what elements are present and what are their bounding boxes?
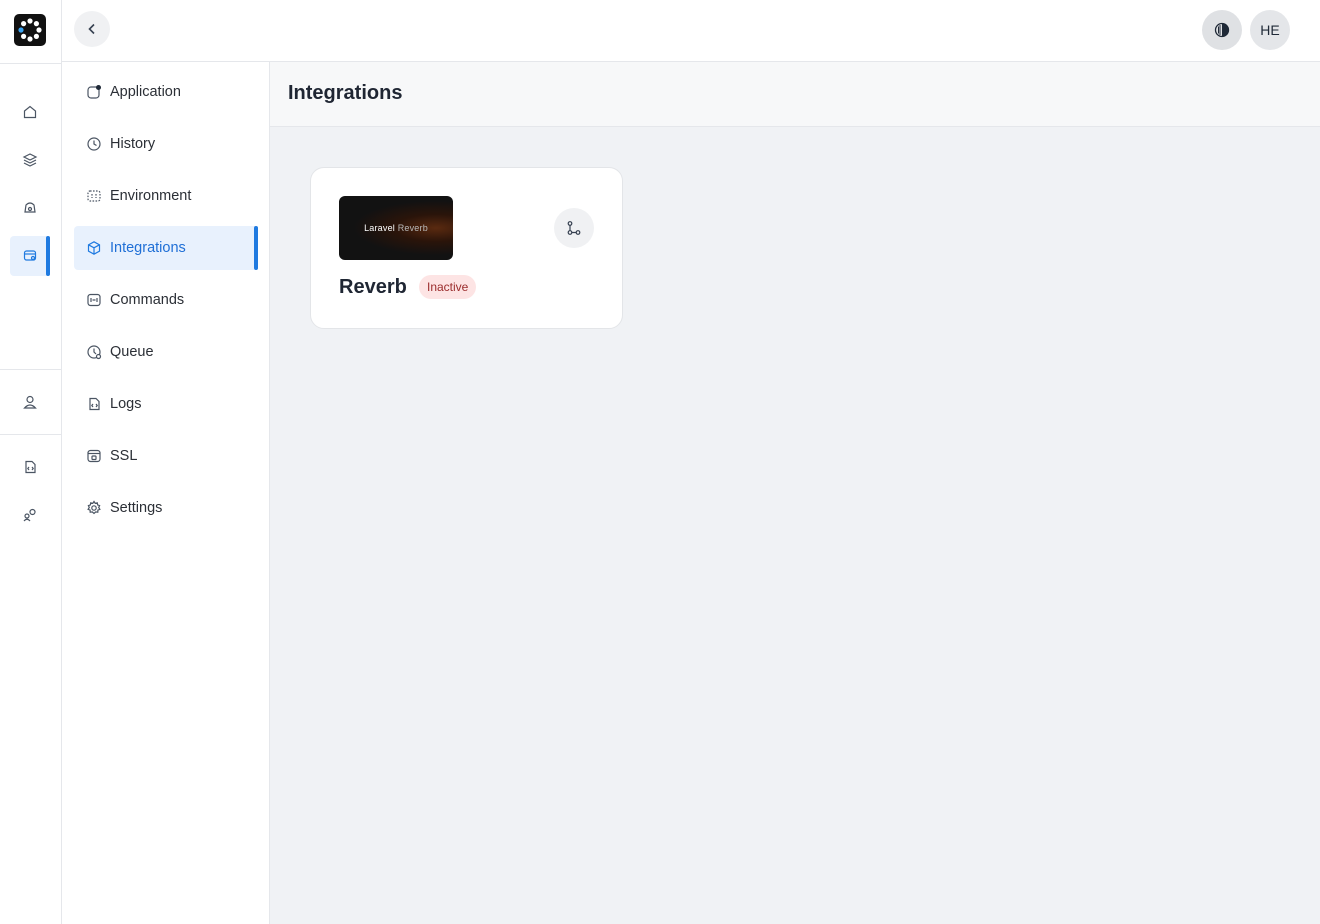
integration-thumbnail: Laravel Reverb [339, 196, 453, 260]
integration-name: Reverb [339, 276, 407, 298]
nav-item-label: Integrations [110, 240, 186, 256]
connect-integration-button[interactable] [554, 208, 594, 248]
integration-card-reverb[interactable]: Laravel Reverb Reverb Inactive [310, 167, 623, 329]
back-button[interactable] [74, 11, 110, 47]
app-logo-icon[interactable] [14, 14, 46, 46]
page-header: Integrations [270, 62, 1320, 127]
queue-icon [86, 344, 102, 360]
nav-item-label: History [110, 136, 156, 152]
nav-item-label: Commands [110, 292, 185, 308]
nav-item-environment[interactable]: Environment [74, 174, 258, 218]
section-nav: Application History Environment Integrat… [62, 62, 270, 924]
nav-item-application[interactable]: Application [74, 70, 258, 114]
home-icon [23, 105, 37, 119]
users-icon [23, 508, 36, 522]
nav-item-label: Environment [110, 188, 192, 204]
connect-icon [567, 221, 581, 235]
gear-icon [86, 500, 102, 516]
user-icon [23, 395, 37, 409]
chevron-left-icon [88, 23, 95, 35]
rail-item-users[interactable] [10, 495, 50, 535]
nav-item-history[interactable]: History [74, 122, 258, 166]
user-avatar[interactable]: HE [1250, 10, 1290, 50]
nav-item-label: Queue [110, 344, 154, 360]
nav-item-settings[interactable]: Settings [74, 486, 258, 530]
ssl-icon [86, 448, 102, 464]
rail-divider [0, 434, 61, 435]
nav-item-logs[interactable]: Logs [74, 382, 258, 426]
rail-item-layers[interactable] [10, 140, 50, 180]
top-bar: HE [62, 0, 1320, 62]
logs-icon [86, 396, 102, 412]
rail-item-user[interactable] [10, 382, 50, 422]
rail-item-server[interactable] [10, 188, 50, 228]
theme-toggle-button[interactable] [1202, 10, 1242, 50]
rail-divider [0, 63, 61, 64]
server-icon [24, 202, 36, 213]
nav-item-label: Settings [110, 500, 163, 516]
cube-icon [86, 240, 102, 256]
page-title: Integrations [288, 82, 403, 104]
rail-item-code-file[interactable] [10, 447, 50, 487]
nav-item-label: SSL [110, 448, 138, 464]
status-badge: Inactive [419, 275, 477, 299]
icon-rail [0, 0, 62, 924]
contrast-icon [1214, 22, 1230, 38]
nav-item-label: Application [110, 84, 181, 100]
code-file-icon [25, 460, 36, 474]
rail-item-home[interactable] [10, 92, 50, 132]
nav-item-label: Logs [110, 396, 142, 412]
layers-icon [22, 153, 38, 167]
rail-item-apps[interactable] [10, 236, 50, 276]
rail-divider [0, 369, 61, 370]
thumbnail-logo-text: Laravel Reverb [364, 223, 428, 233]
apps-icon [23, 250, 37, 261]
environment-icon [86, 188, 102, 204]
nav-item-ssl[interactable]: SSL [74, 434, 258, 478]
nav-item-commands[interactable]: Commands [74, 278, 258, 322]
application-icon [86, 84, 102, 100]
terminal-icon [86, 292, 102, 308]
nav-item-integrations[interactable]: Integrations [74, 226, 258, 270]
history-icon [86, 136, 102, 152]
nav-item-queue[interactable]: Queue [74, 330, 258, 374]
